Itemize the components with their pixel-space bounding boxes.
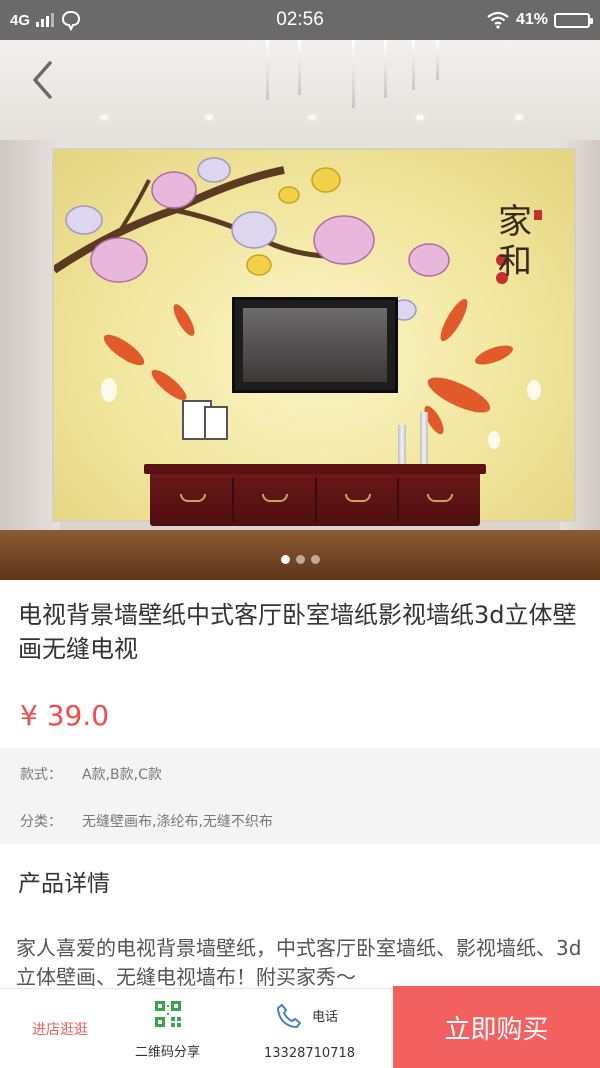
- product-specs: 款式： A款,B款,C款 分类： 无缝壁画布,涤纶布,无缝不织布: [0, 748, 600, 844]
- product-image-gallery[interactable]: 家和: [0, 40, 600, 580]
- signal-icon: [36, 13, 55, 27]
- pagination-dot-1[interactable]: [280, 555, 290, 564]
- buy-now-label: 立即购买: [444, 1014, 549, 1045]
- network-type: 4G: [10, 11, 31, 29]
- product-title: 电视背景墙壁纸中式客厅卧室墙纸影视墙纸3d立体壁画无缝电视: [18, 601, 577, 663]
- visit-shop-label: 进店逛逛: [32, 1021, 88, 1038]
- tv-cabinet: [144, 464, 486, 526]
- status-right: 41%: [390, 11, 593, 29]
- television: [232, 297, 398, 393]
- qr-code-icon: [155, 1001, 181, 1027]
- status-left: 4G: [10, 9, 210, 31]
- phone-label: 电话: [312, 1010, 339, 1025]
- status-bar: 4G 02:56 41%: [0, 0, 600, 40]
- spec-style-row[interactable]: 款式： A款,B款,C款: [20, 764, 162, 784]
- clock: 02:56: [276, 9, 324, 30]
- spec-value: 无缝壁画布,涤纶布,无缝不织布: [82, 814, 273, 830]
- battery-icon: [554, 12, 593, 28]
- battery-percent: 41%: [515, 11, 548, 28]
- visit-shop-button[interactable]: 进店逛逛: [0, 989, 120, 1068]
- chat-bubble-icon: [62, 10, 81, 31]
- chevron-left-icon: [33, 61, 52, 99]
- product-detail-heading: 产品详情: [18, 871, 110, 897]
- product-description: 家人喜爱的￼电视背景墙壁纸，中式客厅卧室墙纸、影视墙纸、3d立体壁画、无缝电视墙…: [16, 936, 582, 989]
- mural-calligraphy: 家和: [498, 202, 532, 282]
- spec-category-row[interactable]: 分类： 无缝壁画布,涤纶布,无缝不织布: [20, 811, 273, 831]
- product-price: ¥ 39.0: [20, 699, 110, 732]
- pagination-dot-2[interactable]: [295, 555, 305, 564]
- bottom-action-bar: 进店逛逛 二维码分享 电话 13328710718 立即购买: [0, 986, 600, 1068]
- wifi-icon: [487, 11, 509, 29]
- spec-label: 款式：: [20, 767, 62, 783]
- pagination-dot-3[interactable]: [310, 555, 320, 564]
- phone-number: 13328710718: [264, 1046, 355, 1061]
- back-button[interactable]: [22, 58, 62, 102]
- phone-call-button[interactable]: 电话 13328710718: [260, 989, 370, 1068]
- qr-share-button[interactable]: 二维码分享: [125, 989, 210, 1068]
- spec-label: 分类：: [20, 814, 62, 830]
- phone-icon: [277, 1004, 301, 1028]
- buy-now-button[interactable]: 立即购买: [393, 986, 600, 1068]
- gallery-pagination: [0, 555, 600, 564]
- qr-share-label: 二维码分享: [134, 1045, 200, 1060]
- spec-value: A款,B款,C款: [82, 767, 162, 783]
